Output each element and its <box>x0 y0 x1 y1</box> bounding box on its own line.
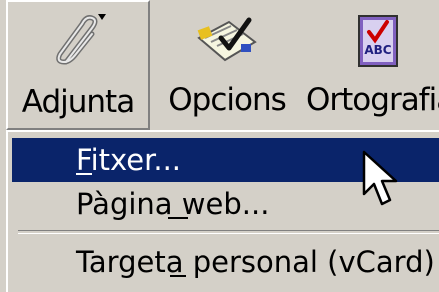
spelling-label: Ortografia <box>306 82 439 118</box>
checklist-icon <box>160 8 294 72</box>
spelling-button[interactable]: ABC Ortografia <box>306 0 439 130</box>
spellcheck-abc-icon: ABC <box>306 8 439 72</box>
menu-item-vcard-label: Targeta personal (vCard) <box>76 245 435 279</box>
web-mnemonic-underline <box>168 217 188 219</box>
menu-item-web-page-label: Pàgina web... <box>76 187 270 221</box>
attach-label: Adjunta <box>21 84 135 120</box>
attach-button[interactable]: Adjunta <box>6 0 150 130</box>
personal-mnemonic-underline <box>170 275 186 277</box>
menu-item-file-label: Fitxer... <box>76 143 182 177</box>
menu-item-vcard[interactable]: Targeta personal (vCard) <box>12 240 439 284</box>
file-mnemonic-underline <box>76 173 92 175</box>
paperclip-icon <box>8 10 148 74</box>
mouse-pointer-icon <box>362 150 402 210</box>
menu-separator <box>18 230 439 234</box>
options-button[interactable]: Opcions <box>160 0 294 130</box>
svg-text:ABC: ABC <box>364 43 391 57</box>
toolbar: Adjunta Opcions ABC Ortografia <box>0 0 439 130</box>
options-label: Opcions <box>168 82 287 118</box>
